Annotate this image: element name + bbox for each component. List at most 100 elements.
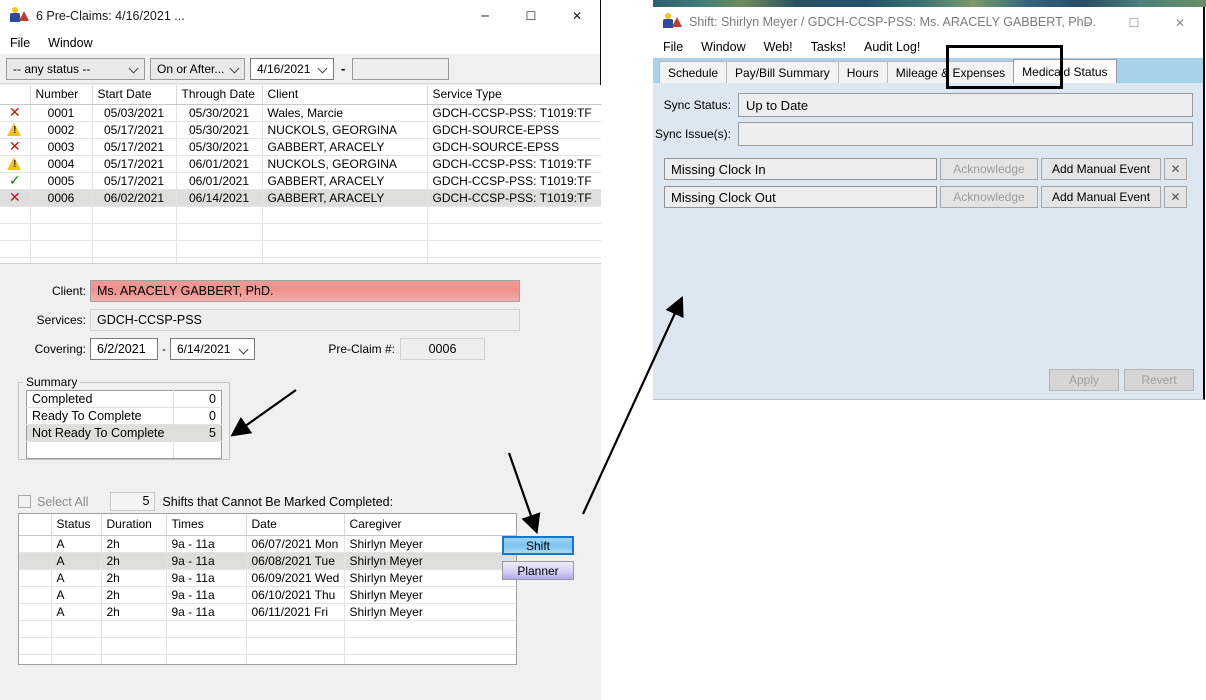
table-row[interactable]: ✕ 0006 06/02/2021 06/14/2021 GABBERT, ARACEL… xyxy=(0,189,601,207)
summary-row[interactable] xyxy=(26,441,222,459)
maximize-icon[interactable]: ☐ xyxy=(1111,7,1157,39)
row-number: 0006 xyxy=(30,189,93,207)
menu-item-tasks[interactable]: Tasks! xyxy=(811,40,846,54)
covering-to-dropdown[interactable]: 6/14/2021 xyxy=(170,338,255,360)
preclaims-grid[interactable]: Number Start Date Through Date Client Se… xyxy=(0,85,601,263)
maximize-icon[interactable]: ☐ xyxy=(508,0,554,32)
shift-button[interactable]: Shift xyxy=(502,536,574,555)
shifts-grid[interactable]: Status Duration Times Date Caregiver A 2h… xyxy=(18,513,517,665)
services-value: GDCH-CCSP-PSS xyxy=(90,309,520,331)
summary-row[interactable]: Completed 0 xyxy=(26,390,222,408)
revert-button[interactable]: Revert xyxy=(1124,369,1194,391)
col-start-date[interactable]: Start Date xyxy=(92,85,177,105)
remove-issue-icon[interactable]: ✕ xyxy=(1164,158,1187,180)
close-icon[interactable]: ✕ xyxy=(554,0,600,32)
menu-item-window[interactable]: Window xyxy=(48,36,92,50)
summary-row[interactable]: Ready To Complete 0 xyxy=(26,407,222,425)
row-select-cell[interactable] xyxy=(19,586,52,604)
row-caregiver: Shirlyn Meyer xyxy=(344,569,516,587)
row-date: 06/11/2021 Fri xyxy=(246,603,345,621)
menu-item-file[interactable]: File xyxy=(663,40,683,54)
row-client: GABBERT, ARACELY xyxy=(262,172,428,190)
row-select-cell[interactable] xyxy=(19,535,52,553)
table-row[interactable]: ✕ 0001 05/03/2021 05/30/2021 Wales, Marcie GD… xyxy=(0,104,601,122)
shift-menubar: File Window Web! Tasks! Audit Log! xyxy=(653,36,1203,58)
menu-item-web[interactable]: Web! xyxy=(764,40,793,54)
covering-label: Covering: xyxy=(34,342,86,356)
add-manual-event-button[interactable]: Add Manual Event xyxy=(1041,186,1161,208)
minimize-icon[interactable]: ─ xyxy=(462,0,508,32)
table-row[interactable]: A 2h 9a - 11a 06/09/2021 Wed Shirlyn Meyer xyxy=(19,569,516,587)
row-service-type: GDCH-SOURCE-EPSS xyxy=(427,121,601,139)
row-select-cell[interactable] xyxy=(19,603,52,621)
summary-row-label: Completed xyxy=(26,390,174,408)
tab-medicaid-status[interactable]: Medicaid Status xyxy=(1013,59,1117,83)
col-service-type[interactable]: Service Type xyxy=(427,85,601,105)
table-empty-row xyxy=(0,206,601,224)
col-caregiver[interactable]: Caregiver xyxy=(344,514,516,536)
tab-schedule[interactable]: Schedule xyxy=(659,61,728,83)
col-number[interactable]: Number xyxy=(30,85,93,105)
table-row[interactable]: A 2h 9a - 11a 06/11/2021 Fri Shirlyn Meyer xyxy=(19,603,516,621)
add-manual-event-button[interactable]: Add Manual Event xyxy=(1041,158,1161,180)
date-to-input[interactable] xyxy=(352,57,450,80)
row-start-date: 05/17/2021 xyxy=(92,121,177,139)
row-select-cell[interactable] xyxy=(19,552,52,570)
preclaims-title: 6 Pre-Claims: 4/16/2021 ... xyxy=(36,9,185,23)
menu-item-window[interactable]: Window xyxy=(701,40,745,54)
table-row[interactable]: ✓ 0005 05/17/2021 06/01/2021 GABBERT, ARACEL… xyxy=(0,172,601,190)
col-select[interactable] xyxy=(19,514,52,536)
covering-separator: - xyxy=(162,342,166,356)
row-status-icon-cell xyxy=(0,121,31,139)
col-status[interactable]: Status xyxy=(51,514,102,536)
apply-button[interactable]: Apply xyxy=(1049,369,1119,391)
acknowledge-button[interactable]: Acknowledge xyxy=(940,186,1038,208)
select-all-row: Select All 5 Shifts that Cannot Be Marke… xyxy=(18,492,393,511)
remove-issue-icon[interactable]: ✕ xyxy=(1164,186,1187,208)
row-select-cell[interactable] xyxy=(19,569,52,587)
col-date[interactable]: Date xyxy=(246,514,345,536)
date-from-dropdown[interactable]: 4/16/2021 xyxy=(250,57,334,80)
select-all-checkbox[interactable] xyxy=(18,495,31,508)
minimize-icon[interactable]: ─ xyxy=(1065,7,1111,39)
menu-item-audit-log[interactable]: Audit Log! xyxy=(864,40,920,54)
col-times[interactable]: Times xyxy=(166,514,247,536)
tab-pay-bill-summary[interactable]: Pay/Bill Summary xyxy=(726,61,839,83)
row-client: NUCKOLS, GEORGINA xyxy=(262,121,428,139)
status-filter-dropdown[interactable]: -- any status -- xyxy=(6,57,145,80)
preclaims-window: 6 Pre-Claims: 4/16/2021 ... ─ ☐ ✕ File W… xyxy=(0,0,601,700)
desktop-wallpaper xyxy=(653,0,1206,7)
menu-item-file[interactable]: File xyxy=(10,36,30,50)
acknowledge-button[interactable]: Acknowledge xyxy=(940,158,1038,180)
cannot-complete-count: 5 xyxy=(110,492,156,511)
covering-from-input[interactable]: 6/2/2021 xyxy=(90,338,158,360)
row-client: GABBERT, ARACELY xyxy=(262,138,428,156)
col-duration[interactable]: Duration xyxy=(101,514,167,536)
col-icon[interactable] xyxy=(0,85,31,105)
table-row[interactable]: 000205/17/202105/30/2021NUCKOLS, GEORGIN… xyxy=(0,121,601,139)
preclaim-number-value: 0006 xyxy=(400,338,485,360)
date-mode-dropdown[interactable]: On or After... xyxy=(150,57,245,80)
row-duration: 2h xyxy=(101,569,167,587)
table-row[interactable]: A 2h 9a - 11a 06/07/2021 Mon Shirlyn Meyer xyxy=(19,535,516,553)
sync-issues-value xyxy=(738,122,1193,146)
table-row[interactable]: A 2h 9a - 11a 06/10/2021 Thu Shirlyn Meyer xyxy=(19,586,516,604)
close-icon[interactable]: ✕ xyxy=(1157,7,1203,39)
row-times: 9a - 11a xyxy=(166,569,247,587)
chevron-down-icon xyxy=(239,344,250,355)
planner-button[interactable]: Planner xyxy=(502,561,574,580)
table-row[interactable]: A 2h 9a - 11a 06/08/2021 Tue Shirlyn Meyer xyxy=(19,552,516,570)
table-row[interactable]: ✕ 0003 05/17/2021 05/30/2021 GABBERT, ARACEL… xyxy=(0,138,601,156)
summary-row[interactable]: Not Ready To Complete 5 xyxy=(26,424,222,442)
grid-splitter[interactable] xyxy=(0,263,601,270)
preclaims-menubar: File Window xyxy=(0,32,600,54)
row-client: NUCKOLS, GEORGINA xyxy=(262,155,428,173)
row-through-date: 06/14/2021 xyxy=(176,189,263,207)
col-client[interactable]: Client xyxy=(262,85,428,105)
row-status: A xyxy=(51,569,102,587)
tab-hours[interactable]: Hours xyxy=(837,61,888,83)
row-number: 0002 xyxy=(30,121,93,139)
tab-mileage-expenses[interactable]: Mileage & Expenses xyxy=(886,61,1015,83)
col-through-date[interactable]: Through Date xyxy=(176,85,263,105)
table-row[interactable]: 000405/17/202106/01/2021NUCKOLS, GEORGIN… xyxy=(0,155,601,173)
